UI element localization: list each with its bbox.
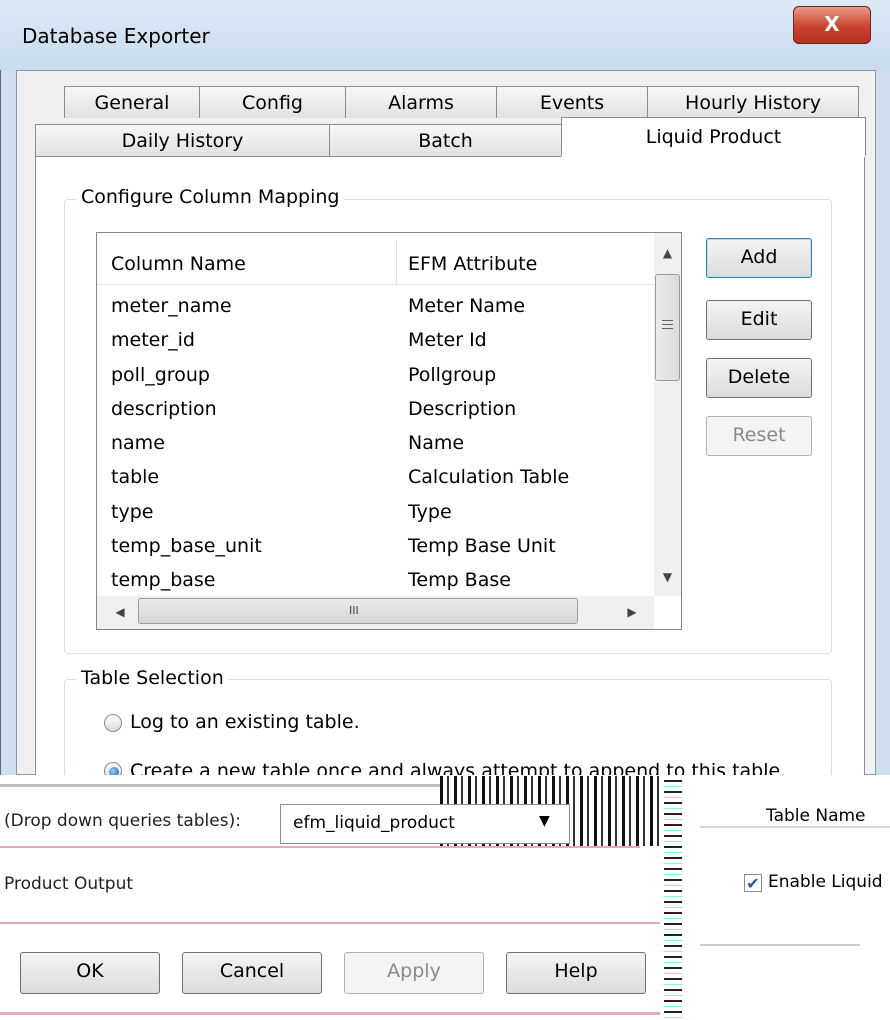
divider bbox=[0, 922, 660, 924]
tab-config[interactable]: Config bbox=[199, 86, 346, 118]
close-icon: X bbox=[824, 12, 840, 36]
column-mapping-group-label: Configure Column Mapping bbox=[76, 186, 345, 208]
tab-daily-history[interactable]: Daily History bbox=[35, 124, 330, 156]
edit-button[interactable]: Edit bbox=[706, 300, 812, 340]
product-output-label: Product Output bbox=[4, 874, 134, 894]
close-button[interactable]: X bbox=[793, 6, 871, 44]
scroll-right-icon[interactable]: ▶ bbox=[622, 605, 642, 619]
cell-efm-attribute: Meter Id bbox=[408, 329, 487, 351]
scroll-left-icon[interactable]: ◀ bbox=[110, 605, 130, 619]
cell-column-name: description bbox=[111, 398, 217, 420]
divider bbox=[700, 944, 860, 946]
cell-efm-attribute: Temp Base Unit bbox=[408, 535, 556, 557]
tab-hourly-history[interactable]: Hourly History bbox=[647, 86, 859, 118]
help-button[interactable]: Help bbox=[506, 952, 646, 994]
scroll-up-icon[interactable]: ▲ bbox=[655, 246, 680, 260]
header-divider bbox=[97, 284, 654, 285]
divider bbox=[0, 846, 640, 848]
cell-column-name: meter_id bbox=[111, 329, 195, 351]
delete-button[interactable]: Delete bbox=[706, 358, 812, 398]
radio-existing-table[interactable] bbox=[104, 714, 122, 732]
tab-liquid-product[interactable]: Liquid Product bbox=[561, 117, 866, 157]
cell-column-name: meter_name bbox=[111, 295, 232, 317]
cell-efm-attribute: Pollgroup bbox=[408, 364, 497, 386]
chevron-down-icon: ▼ bbox=[539, 813, 550, 829]
cell-efm-attribute: Temp Base bbox=[408, 569, 511, 591]
tab-batch[interactable]: Batch bbox=[329, 124, 562, 156]
table-selection-group-label: Table Selection bbox=[76, 667, 229, 689]
cell-column-name: poll_group bbox=[111, 364, 210, 386]
table-name-label: Table Name bbox=[766, 806, 866, 826]
render-artifact bbox=[664, 776, 682, 1020]
dropdown-label: (Drop down queries tables): bbox=[4, 811, 241, 831]
tab-events[interactable]: Events bbox=[496, 86, 648, 118]
column-header-efm-attribute[interactable]: EFM Attribute bbox=[408, 253, 537, 275]
scroll-down-icon[interactable]: ▼ bbox=[655, 570, 680, 584]
enable-liquid-label[interactable]: Enable Liquid bbox=[768, 872, 883, 892]
cell-efm-attribute: Description bbox=[408, 398, 517, 420]
cancel-button[interactable]: Cancel bbox=[182, 952, 322, 994]
cell-efm-attribute: Type bbox=[408, 501, 452, 523]
cell-column-name: name bbox=[111, 432, 165, 454]
column-header-divider[interactable] bbox=[396, 240, 397, 284]
radio-existing-table-label[interactable]: Log to an existing table. bbox=[130, 711, 360, 733]
add-button[interactable]: Add bbox=[706, 238, 812, 278]
table-dropdown[interactable]: efm_liquid_product ▼ bbox=[280, 804, 570, 844]
enable-liquid-checkbox[interactable]: ✔ bbox=[744, 874, 762, 892]
cell-column-name: temp_base_unit bbox=[111, 535, 262, 557]
divider bbox=[700, 826, 890, 828]
cell-column-name: table bbox=[111, 466, 160, 488]
cell-efm-attribute: Name bbox=[408, 432, 465, 454]
column-header-name[interactable]: Column Name bbox=[111, 253, 246, 275]
check-icon: ✔ bbox=[746, 874, 760, 893]
divider bbox=[0, 784, 470, 787]
apply-button[interactable]: Apply bbox=[344, 952, 484, 994]
vertical-scroll-thumb[interactable] bbox=[655, 274, 680, 381]
cell-column-name: type bbox=[111, 501, 154, 523]
tab-general[interactable]: General bbox=[64, 86, 200, 118]
cell-column-name: temp_base bbox=[111, 569, 216, 591]
window-title: Database Exporter bbox=[22, 24, 210, 48]
cell-efm-attribute: Calculation Table bbox=[408, 466, 570, 488]
divider bbox=[0, 1012, 660, 1015]
grip-icon bbox=[662, 320, 673, 321]
tab-alarms[interactable]: Alarms bbox=[345, 86, 497, 118]
cell-efm-attribute: Meter Name bbox=[408, 295, 526, 317]
dropdown-value: efm_liquid_product bbox=[293, 813, 455, 833]
reset-button[interactable]: Reset bbox=[706, 416, 812, 456]
grip-icon: III bbox=[349, 604, 359, 617]
ok-button[interactable]: OK bbox=[20, 952, 160, 994]
